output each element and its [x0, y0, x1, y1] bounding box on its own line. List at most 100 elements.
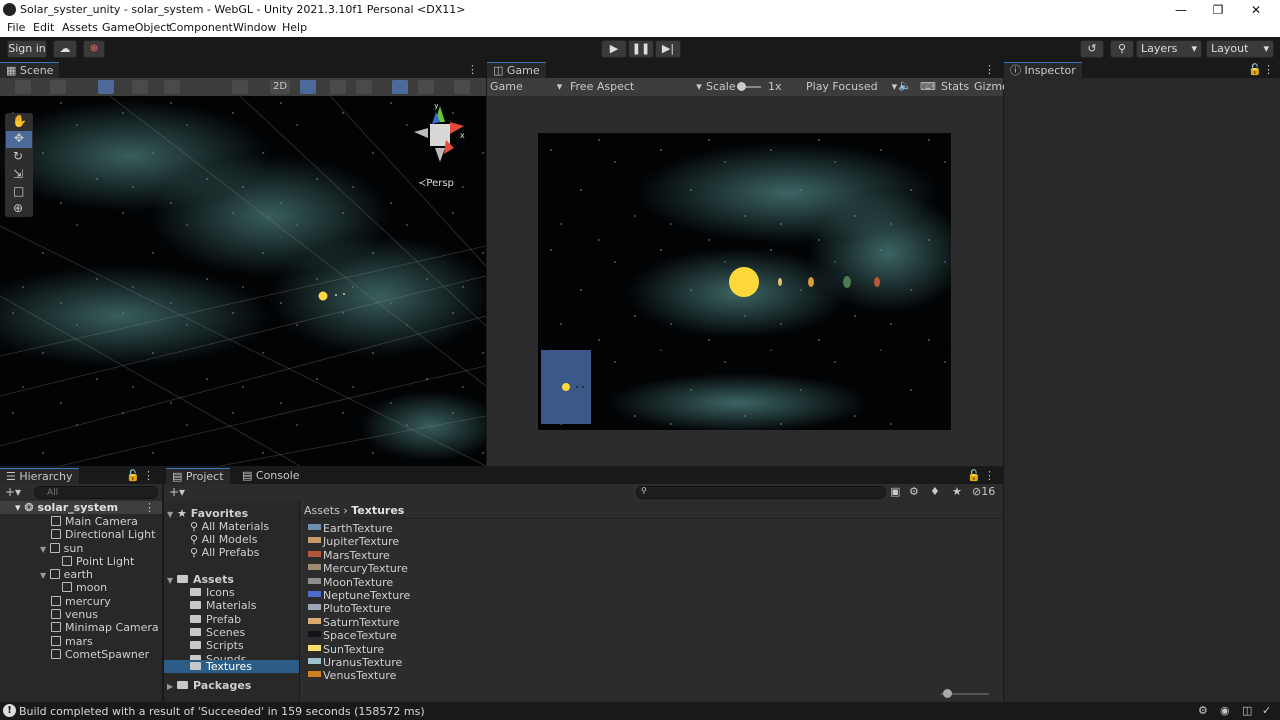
status-message[interactable]: Build completed with a result of 'Succee… [19, 705, 425, 718]
aspect-dropdown[interactable]: Free Aspect ▾ [570, 80, 702, 93]
favorite-all-models[interactable]: ⚲ All Models [190, 533, 257, 546]
move-tool-icon[interactable]: ✥ [6, 131, 32, 148]
info-icon[interactable]: ! [3, 704, 16, 717]
tab-game[interactable]: ◫ Game [487, 62, 546, 78]
rotate-tool-icon[interactable]: ↻ [13, 149, 23, 163]
camera-icon[interactable] [418, 80, 434, 94]
progress-icon[interactable]: ◫ [1242, 704, 1252, 717]
more-icon[interactable]: ⋮ [984, 63, 995, 76]
project-search-input[interactable]: ⚲ [636, 486, 886, 499]
keyboard-icon[interactable]: ⌨ [920, 80, 936, 93]
favorite-all-prefabs[interactable]: ⚲ All Prefabs [190, 546, 260, 559]
tab-console[interactable]: ▤ Console [236, 468, 306, 484]
hierarchy-item-venus[interactable]: venus [51, 608, 98, 621]
zoom-slider-handle[interactable] [943, 689, 952, 698]
texture-file-item[interactable]: VenusTexture [308, 669, 396, 682]
packages-root[interactable]: ▶ Packages [167, 679, 251, 692]
scale-slider-handle[interactable] [737, 82, 746, 91]
render-mode-icon[interactable] [50, 80, 66, 94]
more-icon[interactable]: ⋮ [143, 469, 154, 482]
folder-textures-selected[interactable]: Textures [164, 660, 299, 673]
filter-type-icon[interactable]: ▣ [890, 485, 900, 498]
transform-all-tool-icon[interactable]: ⊕ [13, 201, 23, 215]
scale-tool-icon[interactable]: ⇲ [13, 167, 23, 181]
visibility-icon[interactable] [392, 80, 408, 94]
effects-icon[interactable] [356, 80, 372, 94]
minimize-icon[interactable]: — [1163, 0, 1199, 20]
hierarchy-item-mars[interactable]: mars [51, 635, 93, 648]
texture-file-item[interactable]: NeptuneTexture [308, 589, 410, 602]
play-button[interactable]: ▶ [601, 40, 627, 58]
collab-icon[interactable]: ❄ [83, 40, 105, 58]
draw-mode-icon[interactable] [15, 80, 31, 94]
texture-file-item[interactable]: MercuryTexture [308, 562, 408, 575]
close-icon[interactable]: ✕ [1238, 0, 1274, 20]
sign-in-button[interactable]: Sign in [7, 40, 47, 58]
step-button[interactable]: ▶| [655, 40, 681, 58]
audio-toggle-icon[interactable] [330, 80, 346, 94]
hierarchy-item-directional-light[interactable]: Directional Light [51, 528, 155, 541]
texture-file-item[interactable]: UranusTexture [308, 656, 402, 669]
hierarchy-item-mercury[interactable]: mercury [51, 595, 111, 608]
history-icon[interactable]: ↺ [1080, 40, 1104, 58]
texture-file-item[interactable]: SpaceTexture [308, 629, 397, 642]
folder-materials[interactable]: Materials [190, 599, 256, 612]
maximize-icon[interactable]: ❐ [1200, 0, 1236, 20]
folder-prefab[interactable]: Prefab [190, 613, 241, 626]
hand-tool-icon[interactable]: ✋ [12, 114, 27, 128]
folder-scripts[interactable]: Scripts [190, 639, 244, 652]
assets-root[interactable]: ▼ Assets [167, 573, 234, 586]
projection-label[interactable]: ≺Persp [418, 178, 454, 189]
hierarchy-item-sun[interactable]: ▼ sun [40, 542, 83, 555]
speaker-icon[interactable]: 🔈 [898, 79, 912, 92]
favorite-all-materials[interactable]: ⚲ All Materials [190, 520, 269, 533]
game-view[interactable] [538, 133, 951, 430]
favorite-star-icon[interactable]: ★ [952, 485, 962, 498]
hierarchy-item-earth[interactable]: ▼ earth [40, 568, 93, 581]
lock-icon[interactable]: 🔓 [126, 469, 140, 482]
menu-window[interactable]: Window [233, 21, 276, 34]
menu-edit[interactable]: Edit [33, 21, 54, 34]
hierarchy-search-input[interactable] [34, 486, 158, 499]
breadcrumb-textures[interactable]: Textures [351, 504, 404, 517]
scene-orientation-gizmo[interactable]: y x [410, 104, 470, 164]
transform-tool-icon[interactable] [98, 80, 114, 94]
texture-file-item[interactable]: MoonTexture [308, 576, 393, 589]
menu-gameobject[interactable]: GameObject [102, 21, 171, 34]
add-icon[interactable]: +▾ [169, 485, 185, 499]
play-mode-dropdown[interactable]: Play Focused ▾ [806, 80, 897, 93]
texture-file-item[interactable]: EarthTexture [308, 522, 393, 535]
layers-dropdown[interactable]: Layers ▾ [1136, 40, 1202, 58]
cloud-icon[interactable]: ☁ [53, 40, 77, 58]
more-icon[interactable]: ⋮ [1263, 63, 1274, 76]
debug-icon[interactable]: ⚙ [1198, 704, 1208, 717]
texture-file-item[interactable]: JupiterTexture [308, 535, 399, 548]
more-icon[interactable]: ⋮ [467, 63, 478, 76]
snap-icon[interactable] [132, 80, 148, 94]
scene-viewport[interactable]: ✋ ✥ ↻ ⇲ □ ⊕ y x ≺Persp [0, 96, 486, 466]
scene-root-row[interactable]: ▾ ❂ solar_system ⋮ [0, 501, 162, 514]
hierarchy-item-minimap-camera[interactable]: Minimap Camera [51, 621, 159, 634]
filter-label-icon[interactable]: ⚙ [909, 485, 919, 498]
light-toggle-icon[interactable] [300, 80, 316, 94]
menu-file[interactable]: File [7, 21, 25, 34]
hidden-packages-count[interactable]: ⊘16 [972, 485, 995, 498]
tab-hierarchy[interactable]: ☰ Hierarchy [0, 468, 79, 484]
check-icon[interactable]: ✓ [1262, 704, 1271, 717]
more-icon[interactable]: ⋮ [984, 469, 995, 482]
shading-icon[interactable] [232, 80, 248, 94]
breadcrumb-assets[interactable]: Assets [304, 504, 340, 517]
texture-file-item[interactable]: PlutoTexture [308, 602, 391, 615]
hierarchy-item-cometspawner[interactable]: CometSpawner [51, 648, 149, 661]
texture-file-item[interactable]: MarsTexture [308, 549, 390, 562]
texture-file-item[interactable]: SunTexture [308, 643, 384, 656]
tab-inspector[interactable]: ⓘ Inspector [1004, 62, 1082, 78]
grid-snap-icon[interactable] [164, 80, 180, 94]
texture-file-item[interactable]: SaturnTexture [308, 616, 400, 629]
lock-icon[interactable]: 🔓 [967, 469, 981, 482]
hierarchy-item-point-light[interactable]: Point Light [62, 555, 134, 568]
layout-dropdown[interactable]: Layout ▾ [1206, 40, 1274, 58]
rect-tool-icon[interactable]: □ [13, 184, 24, 198]
menu-component[interactable]: Component [169, 21, 233, 34]
display-dropdown[interactable]: Game ▾ [490, 80, 562, 93]
